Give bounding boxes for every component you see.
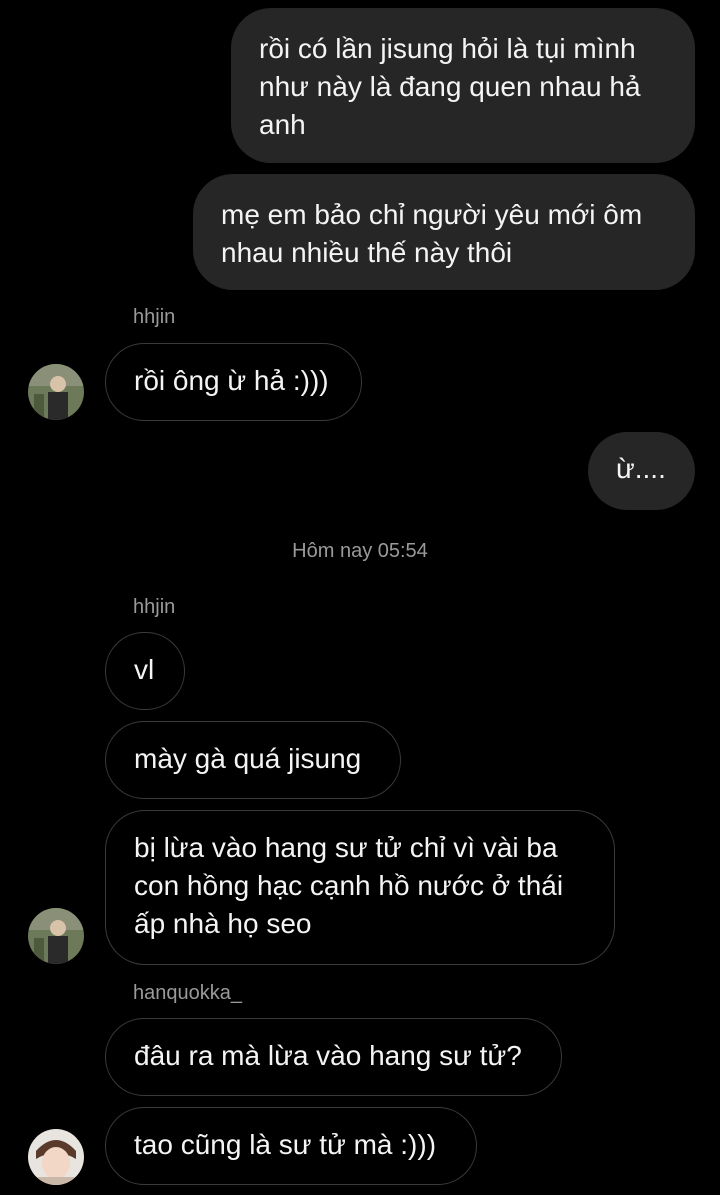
message-bubble-sent[interactable]: ừ.... xyxy=(588,432,695,510)
message-bubble-sent[interactable]: rồi có lần jisung hỏi là tụi mình như nà… xyxy=(231,8,695,163)
message-bubble-received[interactable]: tao cũng là sư tử mà :))) xyxy=(105,1107,477,1185)
sender-name: hhjin xyxy=(133,596,176,618)
avatar-hhjin[interactable] xyxy=(28,908,84,964)
message-bubble-received[interactable]: vl xyxy=(105,632,185,710)
avatar-hanquokka[interactable] xyxy=(28,1129,84,1185)
avatar-hhjin[interactable] xyxy=(28,364,84,420)
message-bubble-received[interactable]: đâu ra mà lừa vào hang sư tử? xyxy=(105,1018,562,1096)
timestamp-divider: Hôm nay 05:54 xyxy=(292,540,428,562)
message-bubble-received[interactable]: mày gà quá jisung xyxy=(105,721,401,799)
message-bubble-sent[interactable]: mẹ em bảo chỉ người yêu mới ôm nhau nhiề… xyxy=(193,174,695,290)
message-bubble-received[interactable]: rồi ông ừ hả :))) xyxy=(105,343,362,421)
sender-name: hhjin xyxy=(133,306,176,328)
message-bubble-received[interactable]: bị lừa vào hang sư tử chỉ vì vài ba con … xyxy=(105,810,615,965)
sender-name: hanquokka_ xyxy=(133,982,242,1004)
